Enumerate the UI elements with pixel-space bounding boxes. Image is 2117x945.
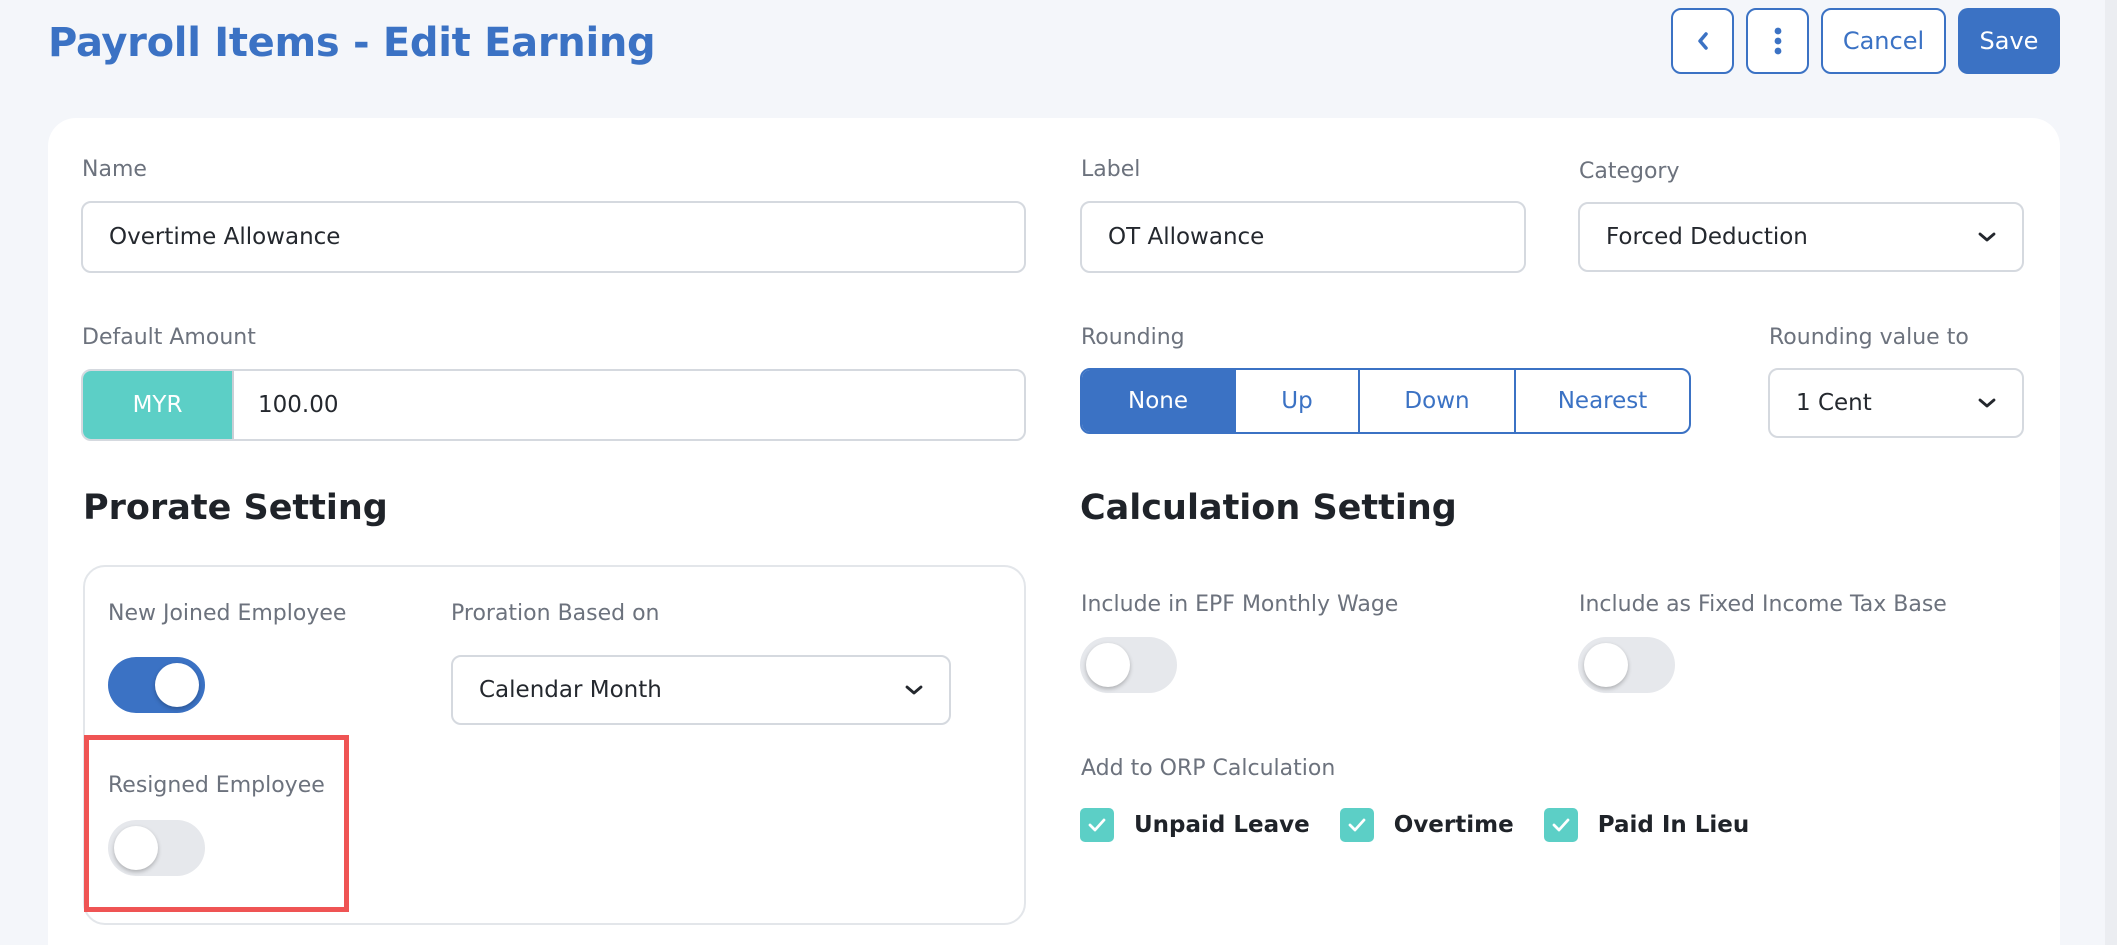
name-value: Overtime Allowance [109, 224, 341, 250]
category-value: Forced Deduction [1606, 224, 1808, 250]
more-vertical-icon [1774, 27, 1781, 55]
epf-monthly-wage-label: Include in EPF Monthly Wage [1081, 592, 1399, 617]
cancel-button[interactable]: Cancel [1821, 8, 1946, 74]
toggle-knob [114, 826, 158, 870]
checkbox[interactable] [1543, 808, 1578, 842]
rounding-value-label: Rounding value to [1769, 325, 1969, 350]
header-actions: Cancel Save [1671, 8, 2060, 74]
toggle-knob [155, 663, 199, 707]
new-joined-employee-label: New Joined Employee [108, 601, 347, 626]
orp-item-paid-in-lieu[interactable]: Paid In Lieu [1543, 808, 1750, 842]
label-input[interactable]: OT Allowance [1080, 201, 1526, 273]
proration-based-on-select[interactable]: Calendar Month [451, 655, 951, 725]
currency-prefix: MYR [83, 371, 234, 439]
chevron-down-icon [1978, 232, 1996, 242]
rounding-segmented-control: None Up Down Nearest [1080, 368, 1691, 434]
rounding-option-up[interactable]: Up [1234, 370, 1358, 432]
fixed-income-tax-label: Include as Fixed Income Tax Base [1579, 592, 1947, 617]
checkbox-label: Paid In Lieu [1597, 812, 1750, 838]
label-value: OT Allowance [1108, 224, 1265, 250]
prorate-setting-title: Prorate Setting [83, 488, 388, 528]
name-label: Name [82, 157, 147, 182]
category-label: Category [1579, 159, 1680, 184]
resigned-employee-toggle[interactable] [108, 820, 205, 876]
default-amount-input-group: MYR 100.00 [81, 369, 1026, 441]
name-input[interactable]: Overtime Allowance [81, 201, 1026, 273]
toggle-knob [1086, 643, 1130, 687]
rounding-option-nearest[interactable]: Nearest [1514, 370, 1689, 432]
checkbox-label: Unpaid Leave [1134, 812, 1310, 838]
calculation-setting-title: Calculation Setting [1080, 488, 1457, 528]
resigned-employee-label: Resigned Employee [108, 773, 325, 798]
chevron-down-icon [905, 685, 923, 695]
checkbox[interactable] [1339, 808, 1374, 842]
category-select[interactable]: Forced Deduction [1578, 202, 2024, 272]
rounding-label: Rounding [1081, 325, 1185, 350]
scrollbar[interactable] [2105, 0, 2117, 945]
checkmark-icon [1348, 818, 1366, 832]
chevron-down-icon [1978, 398, 1996, 408]
rounding-value: 1 Cent [1796, 390, 1872, 416]
rounding-option-none[interactable]: None [1082, 370, 1234, 432]
back-button[interactable] [1671, 8, 1734, 74]
checkmark-icon [1552, 818, 1570, 832]
proration-based-on-label: Proration Based on [451, 601, 660, 626]
orp-checkbox-row: Unpaid Leave Overtime Paid In Lieu [1080, 808, 1779, 842]
rounding-value-select[interactable]: 1 Cent [1768, 368, 2024, 438]
checkbox-label: Overtime [1393, 812, 1514, 838]
proration-based-on-value: Calendar Month [479, 677, 662, 703]
chevron-left-icon [1697, 32, 1708, 50]
more-options-button[interactable] [1746, 8, 1809, 74]
new-joined-employee-toggle[interactable] [108, 657, 205, 713]
save-button[interactable]: Save [1958, 8, 2060, 74]
orp-item-overtime[interactable]: Overtime [1339, 808, 1514, 842]
toggle-knob [1584, 643, 1628, 687]
epf-monthly-wage-toggle[interactable] [1080, 637, 1177, 693]
checkmark-icon [1088, 818, 1106, 832]
default-amount-value: 100.00 [258, 392, 339, 418]
page-title: Payroll Items - Edit Earning [48, 20, 656, 66]
rounding-option-down[interactable]: Down [1358, 370, 1514, 432]
orp-item-unpaid-leave[interactable]: Unpaid Leave [1080, 808, 1310, 842]
fixed-income-tax-toggle[interactable] [1578, 637, 1675, 693]
checkbox[interactable] [1080, 808, 1114, 842]
default-amount-input[interactable]: 100.00 [234, 371, 1024, 439]
default-amount-label: Default Amount [82, 325, 256, 350]
orp-calculation-label: Add to ORP Calculation [1081, 756, 1336, 781]
label-field-label: Label [1081, 157, 1141, 182]
